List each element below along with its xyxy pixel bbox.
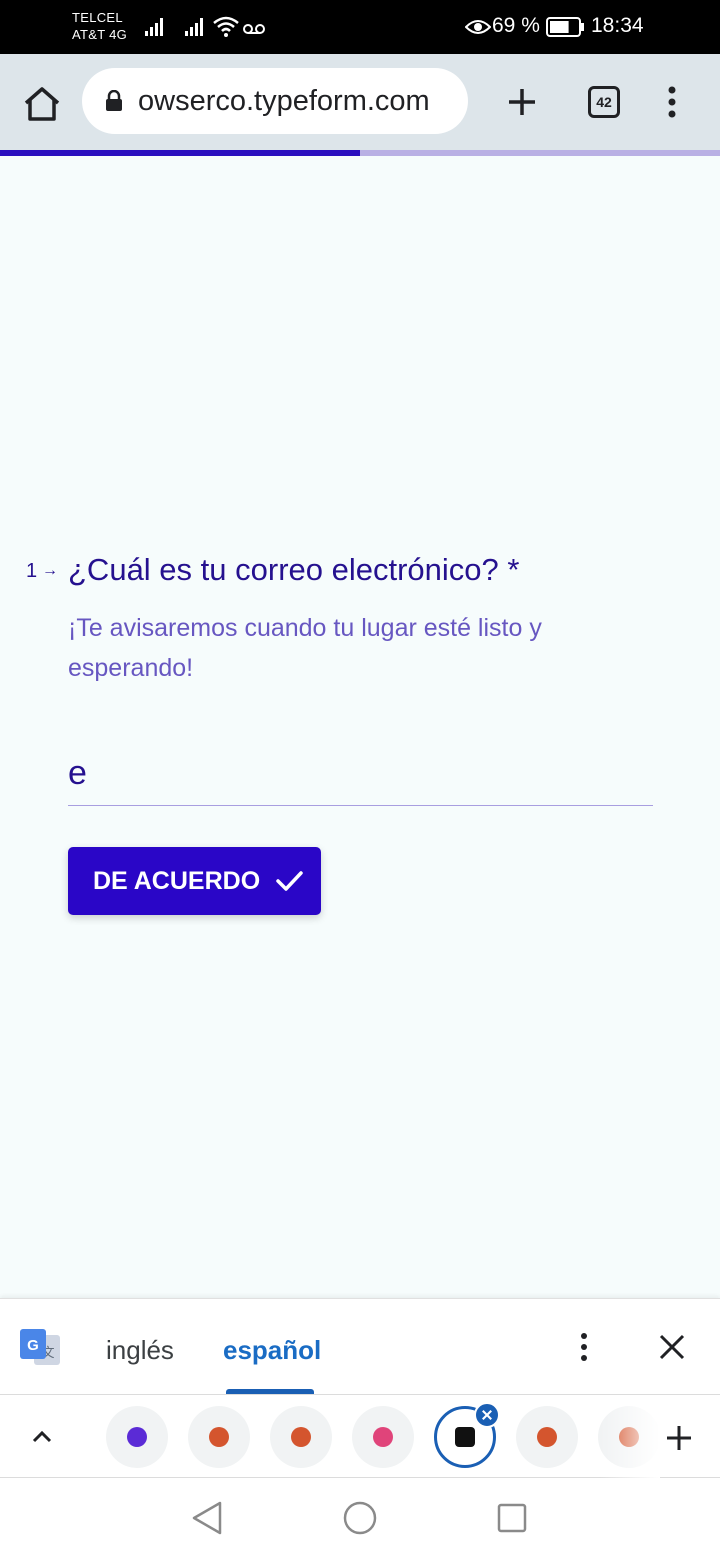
status-bar: TELCEL AT&T 4G 69 % 18:34 [0,0,720,54]
wifi-icon [213,16,239,37]
home-icon[interactable] [20,82,64,126]
form-progress-fill [0,150,360,156]
check-icon [276,871,303,891]
tab-item[interactable] [270,1406,332,1468]
recents-icon[interactable] [496,1502,528,1534]
tab-favicon [455,1427,475,1447]
carrier-info: TELCEL AT&T 4G [72,9,127,43]
signal-icon [145,18,163,36]
tab-item[interactable] [188,1406,250,1468]
signal-icon-2 [185,18,203,36]
tab-item[interactable] [106,1406,168,1468]
url-text[interactable]: owserco.typeform.com [138,68,456,134]
eye-comfort-icon [465,20,491,34]
question-title: ¿Cuál es tu correo electrónico? * [68,552,520,587]
question-description: ¡Te avisaremos cuando tu lugar esté list… [68,614,542,682]
back-icon[interactable] [190,1500,224,1536]
svg-text:G: G [27,1337,39,1354]
google-translate-icon: 文 G [20,1329,60,1365]
voicemail-icon [243,24,265,34]
question-arrow-icon: → [42,562,58,579]
close-tab-icon[interactable] [474,1402,500,1428]
tab-favicon [373,1427,393,1447]
form-progress-bar [0,150,720,156]
new-tab-plus-icon[interactable] [504,84,540,120]
submit-button-label: DE ACUERDO [93,866,261,895]
close-icon[interactable] [656,1331,688,1363]
question-number: 1 [26,560,38,582]
system-nav-bar [0,1478,720,1560]
tab-favicon [291,1427,311,1447]
tab-item[interactable] [352,1406,414,1468]
language-option-source[interactable]: inglés [106,1335,174,1366]
clock: 18:34 [591,14,644,37]
email-field[interactable] [68,742,653,806]
submit-button[interactable]: DE ACUERDO [68,847,321,915]
tab-favicon [537,1427,557,1447]
chevron-up-icon[interactable] [28,1423,56,1451]
lock-icon [106,90,122,111]
address-bar[interactable]: owserco.typeform.com [82,68,468,134]
carrier-2: AT&T 4G [72,27,128,42]
tab-item[interactable] [516,1406,578,1468]
browser-toolbar: owserco.typeform.com 42 [0,54,720,150]
carrier-1: TELCEL [72,10,123,25]
tab-strip-fade [600,1395,660,1479]
language-option-target[interactable]: español [223,1335,321,1366]
tab-strip [0,1394,720,1479]
translate-bar: 文 G inglés español [0,1298,720,1395]
battery-percent: 69 % [492,14,540,37]
add-tab-icon[interactable] [664,1423,694,1453]
home-circle-icon[interactable] [342,1500,378,1536]
tab-favicon [209,1427,229,1447]
battery-icon [546,17,584,37]
tab-switcher-button[interactable]: 42 [588,86,620,118]
translate-menu-icon[interactable] [574,1331,594,1363]
tab-favicon [127,1427,147,1447]
battery-fill [550,21,569,33]
more-vert-icon[interactable] [660,84,684,120]
